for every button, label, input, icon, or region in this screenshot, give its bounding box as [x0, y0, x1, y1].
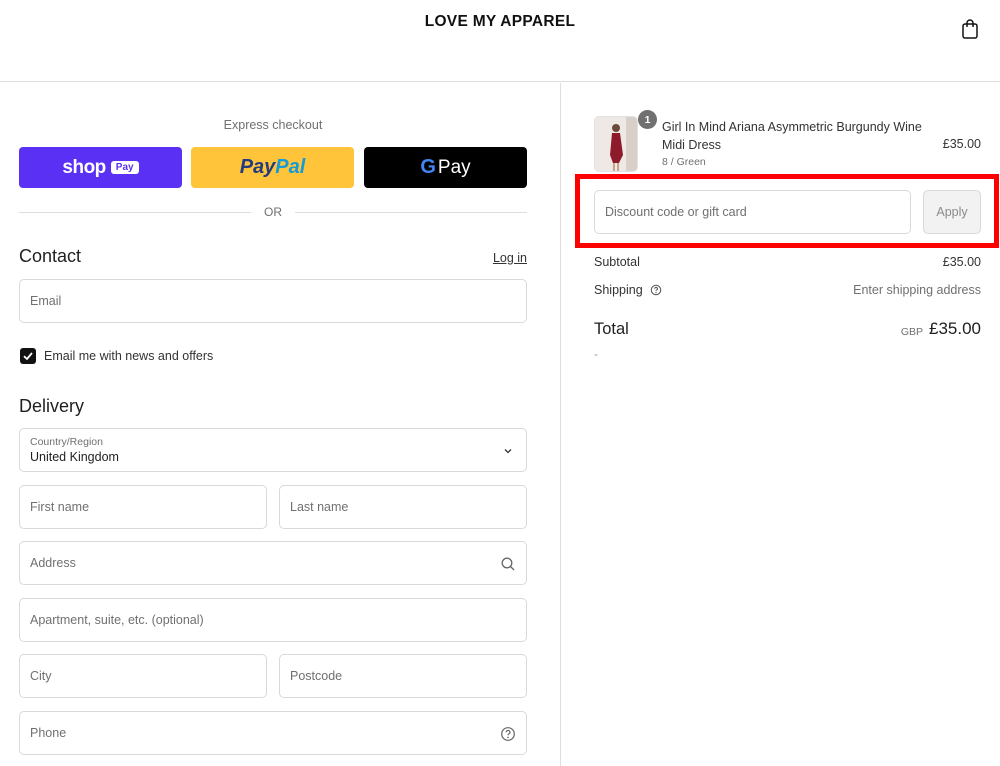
newsletter-checkbox[interactable]: [20, 348, 36, 364]
chevron-down-icon: [504, 449, 512, 454]
subtotal-label: Subtotal: [594, 255, 640, 269]
total-currency: GBP: [900, 326, 923, 338]
delivery-heading: Delivery: [19, 396, 85, 416]
last-name-placeholder: Last name: [290, 500, 349, 514]
email-placeholder: Email: [30, 294, 62, 308]
google-pay-button[interactable]: G Pay: [364, 147, 527, 188]
total-value: £35.00: [929, 319, 981, 338]
checkmark-icon: [23, 352, 33, 361]
first-name-placeholder: First name: [30, 500, 90, 514]
apartment-placeholder: Apartment, suite, etc. (optional): [30, 613, 204, 627]
login-link[interactable]: Log in: [480, 251, 527, 265]
contact-heading: Contact: [19, 246, 82, 266]
product-price: £35.00: [942, 137, 981, 151]
country-value: United Kingdom: [30, 450, 119, 464]
or-text: OR: [264, 205, 282, 219]
order-summary: 1 Girl In Mind Ariana Asymmetric Burgund…: [561, 83, 1000, 766]
address-placeholder: Address: [30, 556, 76, 570]
express-checkout-title: Express checkout: [223, 118, 323, 132]
shopping-bag-icon[interactable]: [961, 19, 979, 39]
shipping-value: Enter shipping address: [853, 283, 981, 297]
city-field[interactable]: City: [19, 654, 267, 698]
product-thumbnail: [594, 116, 638, 172]
summary-dash: -: [594, 347, 598, 361]
checkout-header: LOVE MY APPAREL: [0, 0, 1000, 82]
paypal-logo: PayPal: [239, 156, 306, 178]
newsletter-label: Email me with news and offers: [44, 349, 214, 363]
first-name-field[interactable]: First name: [19, 485, 267, 529]
shop-pay-word: shop: [62, 156, 106, 178]
google-pay-logo: G Pay: [420, 156, 471, 178]
address-field[interactable]: Address: [19, 541, 527, 585]
product-variant: 8 / Green: [662, 156, 706, 168]
shop-pay-button[interactable]: shop Pay: [19, 147, 182, 188]
city-placeholder: City: [30, 669, 52, 683]
shipping-label: Shipping: [594, 283, 643, 297]
subtotal-value: £35.00: [942, 255, 981, 269]
phone-placeholder: Phone: [30, 726, 67, 740]
or-divider: OR: [19, 203, 527, 221]
last-name-field[interactable]: Last name: [279, 485, 527, 529]
checkout-form: Express checkout shop Pay PayPal G Pay O…: [0, 83, 560, 766]
google-g-icon: G: [420, 156, 436, 178]
search-icon: [501, 557, 515, 571]
dress-image: [595, 117, 637, 171]
email-field[interactable]: Email: [19, 279, 527, 323]
total-label: Total: [594, 320, 629, 338]
postcode-field[interactable]: Postcode: [279, 654, 527, 698]
quantity-badge: 1: [638, 110, 657, 129]
postcode-placeholder: Postcode: [290, 669, 343, 683]
highlight-annotation-box: [575, 174, 999, 248]
help-circle-icon[interactable]: [500, 726, 516, 742]
shop-pay-badge: Pay: [110, 161, 139, 174]
country-select[interactable]: Country/Region United Kingdom: [19, 428, 527, 472]
help-circle-icon[interactable]: [650, 284, 662, 296]
paypal-button[interactable]: PayPal: [191, 147, 354, 188]
store-logo[interactable]: LOVE MY APPAREL: [0, 13, 1000, 31]
country-label: Country/Region: [30, 436, 103, 448]
apartment-field[interactable]: Apartment, suite, etc. (optional): [19, 598, 527, 642]
product-name: Girl In Mind Ariana Asymmetric Burgundy …: [662, 120, 922, 152]
shipping-label-row: Shipping: [594, 283, 662, 297]
phone-field[interactable]: Phone: [19, 711, 527, 755]
